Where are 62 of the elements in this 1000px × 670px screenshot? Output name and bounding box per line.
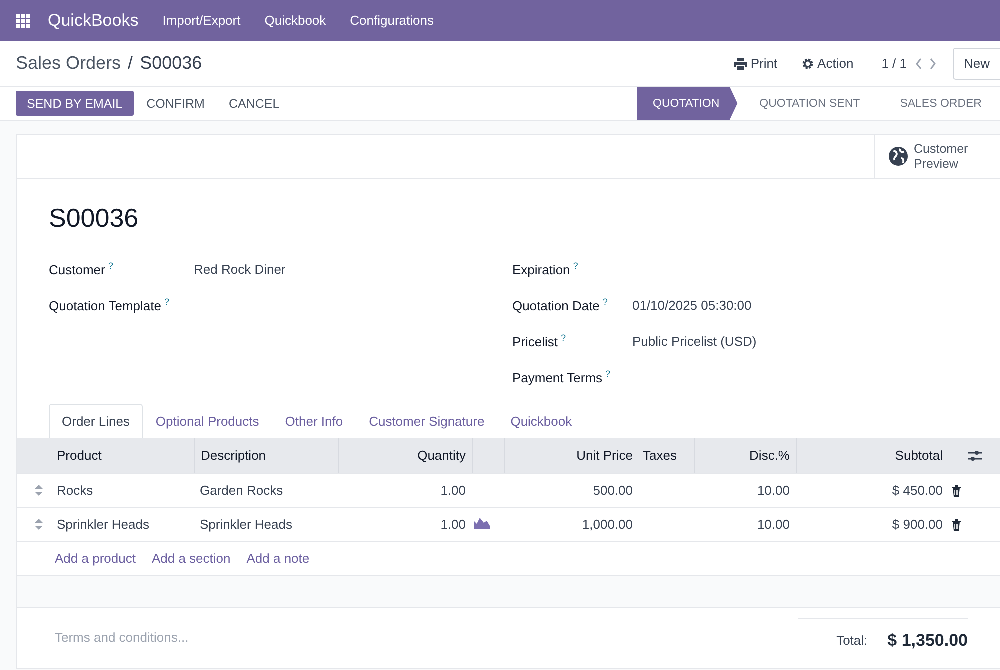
column-header[interactable]: Disc.% bbox=[694, 438, 796, 473]
table-cell-text: 1.00 bbox=[440, 483, 467, 498]
add-line-link[interactable]: Add a product bbox=[55, 551, 136, 566]
drag-handle-icon[interactable] bbox=[35, 485, 43, 496]
column-header[interactable]: Quantity bbox=[338, 438, 472, 473]
field-value[interactable]: 01/10/2025 05:30:00 bbox=[632, 298, 752, 312]
column-header[interactable]: Unit Price bbox=[504, 438, 639, 473]
total-value: $ 1,350.00 bbox=[888, 630, 968, 650]
breadcrumb-current: S00036 bbox=[140, 53, 202, 74]
trash-icon[interactable] bbox=[951, 484, 962, 496]
column-settings-icon[interactable] bbox=[968, 450, 982, 462]
add-line-link[interactable]: Add a note bbox=[246, 551, 310, 566]
app-name[interactable]: QuickBooks bbox=[48, 10, 139, 30]
table-cell-text: 10.00 bbox=[756, 483, 791, 498]
table-cell-text: Sprinkler Heads bbox=[56, 517, 150, 532]
table-cell-text: 1.00 bbox=[440, 517, 467, 532]
trash-icon[interactable] bbox=[951, 518, 962, 530]
field-label: Payment Terms $^{?}$ bbox=[512, 368, 612, 386]
menu-item[interactable]: Import/Export bbox=[162, 13, 241, 28]
record-title: S00036 bbox=[49, 203, 140, 234]
field-label: Customer $^{?}$ bbox=[49, 260, 114, 278]
menu-item[interactable]: Configurations bbox=[350, 13, 434, 28]
column-header[interactable]: Taxes bbox=[639, 438, 694, 473]
new-button[interactable]: New bbox=[952, 48, 1000, 80]
breadcrumb-separator: / bbox=[128, 53, 134, 74]
gear-icon bbox=[802, 58, 814, 70]
action-button[interactable]: CANCEL bbox=[218, 91, 291, 116]
action-button[interactable]: CONFIRM bbox=[136, 91, 216, 116]
table-cell-text: 10.00 bbox=[756, 517, 791, 532]
table-cell-text: Garden Rocks bbox=[199, 483, 284, 498]
print-button[interactable]: Print bbox=[728, 52, 784, 75]
breadcrumb-link[interactable]: Sales Orders bbox=[16, 53, 122, 74]
table-cell-text: 1,000.00 bbox=[581, 517, 634, 532]
printer-icon bbox=[734, 58, 747, 70]
action-button[interactable]: Action bbox=[796, 52, 860, 75]
total-label: Total: bbox=[836, 633, 868, 648]
apps-grid-icon[interactable] bbox=[16, 14, 30, 28]
field-label: Pricelist $^{?}$ bbox=[512, 332, 567, 350]
previous-icon[interactable] bbox=[914, 58, 923, 70]
area-chart-icon[interactable] bbox=[474, 518, 490, 529]
add-line-link[interactable]: Add a section bbox=[152, 551, 231, 566]
field-value[interactable]: Red Rock Diner bbox=[194, 262, 286, 276]
column-header[interactable]: Subtotal bbox=[796, 438, 949, 473]
field-label: Quotation Template $^{?}$ bbox=[49, 296, 171, 314]
column-header[interactable]: Product bbox=[51, 438, 194, 473]
table-cell-text: 500.00 bbox=[592, 483, 634, 498]
pager-counter: 1 / 1 bbox=[882, 56, 907, 71]
primary-button[interactable]: SEND BY EMAIL bbox=[16, 91, 134, 116]
status-step[interactable]: QUOTATION bbox=[637, 86, 738, 120]
globe-icon bbox=[889, 147, 908, 166]
drag-handle-icon[interactable] bbox=[35, 519, 43, 530]
field-value[interactable]: Public Pricelist (USD) bbox=[632, 334, 757, 348]
field-label: Quotation Date $^{?}$ bbox=[512, 296, 609, 314]
table-cell-text: $ 900.00 bbox=[891, 517, 944, 532]
field-label: Expiration $^{?}$ bbox=[512, 260, 580, 278]
column-header[interactable]: Description bbox=[194, 438, 338, 473]
next-icon[interactable] bbox=[928, 58, 937, 70]
menu-item[interactable]: Quickbook bbox=[264, 13, 326, 28]
table-cell-text: Sprinkler Heads bbox=[199, 517, 294, 532]
table-cell-text: $ 450.00 bbox=[891, 483, 944, 498]
table-cell-text: Rocks bbox=[56, 483, 94, 498]
tab[interactable]: Order Lines bbox=[49, 404, 143, 438]
